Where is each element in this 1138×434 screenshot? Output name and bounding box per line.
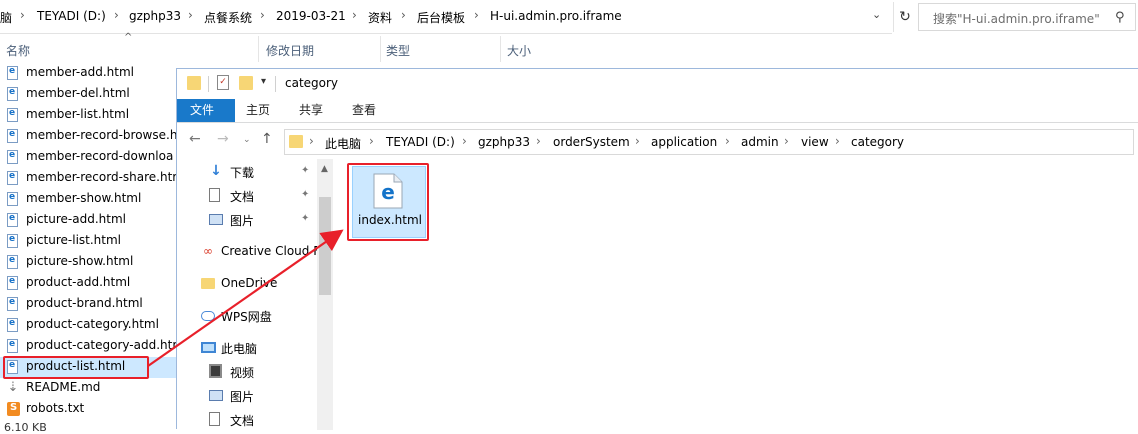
annotation-arrow xyxy=(147,229,344,367)
